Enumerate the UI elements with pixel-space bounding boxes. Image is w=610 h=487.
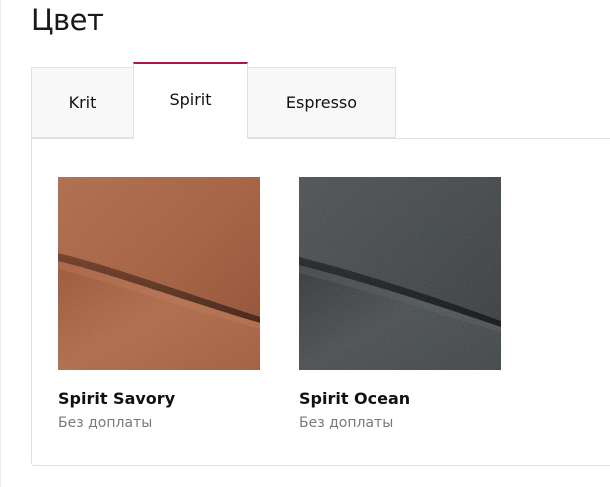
tab-panel-spirit: Spirit Savory Без доплаты Spirit Ocean Б… [31, 138, 610, 466]
swatch-price: Без доплаты [58, 415, 153, 431]
swatch-spirit-savory[interactable]: Spirit Savory Без доплаты [58, 177, 260, 431]
tab-spirit[interactable]: Spirit [133, 62, 248, 139]
swatch-name: Spirit Ocean [299, 389, 411, 408]
swatch-spirit-ocean[interactable]: Spirit Ocean Без доплаты [299, 177, 501, 431]
swatch-image-savory[interactable] [58, 177, 260, 370]
material-tabs: Krit Spirit Espresso [31, 62, 396, 139]
color-options-section: Цвет Krit Spirit Espresso Spirit Savory … [0, 0, 610, 487]
swatch-name: Spirit Savory [58, 389, 176, 408]
section-title: Цвет [31, 3, 104, 37]
tab-espresso[interactable]: Espresso [248, 67, 396, 138]
swatch-image-ocean[interactable] [299, 177, 501, 370]
swatch-price: Без доплаты [299, 415, 394, 431]
tab-krit[interactable]: Krit [31, 67, 133, 138]
